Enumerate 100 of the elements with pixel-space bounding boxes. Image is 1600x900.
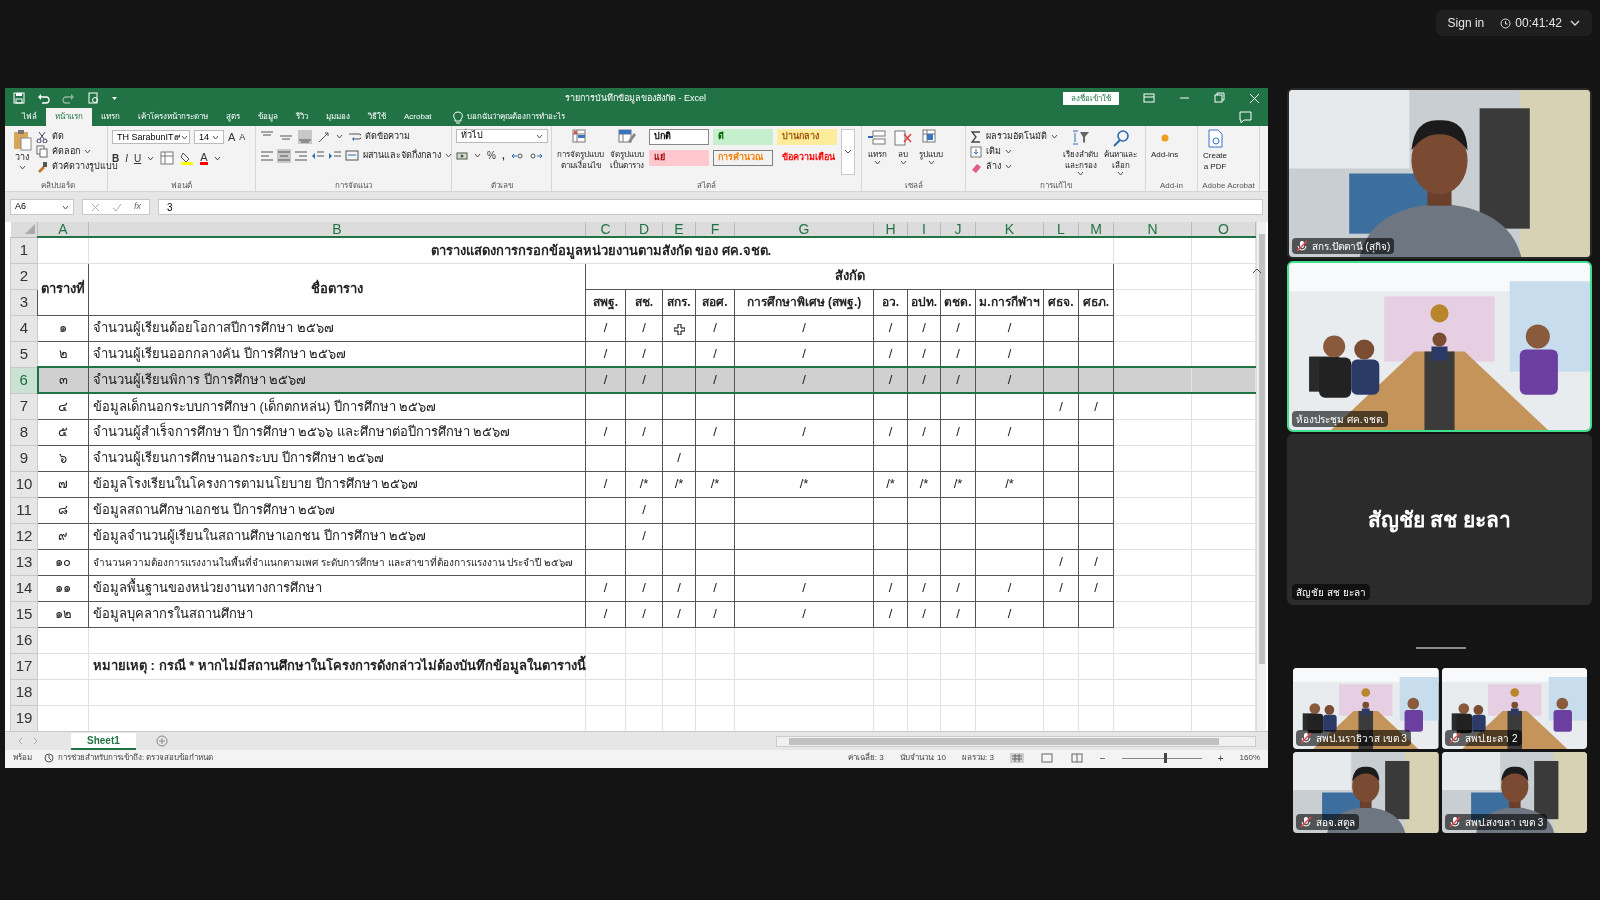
table-cell: /	[625, 315, 663, 341]
table-cell: จำนวนความต้องการแรงงานในพื้นที่จำแนกตามเพศ ระดับการศึกษา และสาขาที่ต้องการแรงงาน ประจำปี ๒๕๖๗	[88, 549, 586, 575]
table-cell: /	[907, 601, 941, 627]
table-cell: ๑๑	[37, 575, 89, 601]
table-cell: /	[695, 601, 735, 627]
table-header: การศึกษาพิเศษ (สพฐ.)	[734, 289, 874, 315]
count-text: นับจำนวน: 10	[899, 752, 946, 764]
table-cell: /	[585, 315, 626, 341]
table-cell: /	[873, 419, 908, 445]
sheet-title: ตารางแสดงการกรอกข้อมูลหน่วยงานตามสังกัด ของ ศค.จชต.	[430, 242, 772, 258]
table-cell: /	[662, 575, 696, 601]
window-title: รายการบันทึกข้อมูลของสังกัด - Excel	[565, 92, 706, 106]
table-cell: ๕	[37, 419, 89, 445]
table-cell: /	[873, 601, 908, 627]
table-cell: /	[695, 575, 735, 601]
table-cell: /	[1043, 393, 1079, 419]
table-cell: ๓	[37, 367, 89, 393]
table-cell: /*	[734, 471, 874, 497]
participant-name: สกร.ปัตตานี (สุกิจ)	[1312, 239, 1391, 254]
participant-name: สัญชัย สช ยะลา	[1296, 585, 1366, 600]
table-header: สังกัด	[585, 263, 1114, 289]
table-cell: /	[734, 367, 874, 393]
table-cell: /	[873, 575, 908, 601]
participant-display-name: สัญชัย สช ยะลา	[1367, 506, 1512, 535]
table-cell: ๙	[37, 523, 89, 549]
table-cell: /	[625, 419, 663, 445]
table-cell: /	[975, 315, 1044, 341]
table-cell: /*	[662, 471, 696, 497]
table-cell: /	[734, 575, 874, 601]
table-cell: /	[695, 419, 735, 445]
table-cell: /	[1078, 575, 1114, 601]
average-text: ค่าเฉลี่ย: 3	[847, 752, 884, 764]
group-label: สไตล์	[696, 180, 717, 191]
table-cell: /	[625, 601, 663, 627]
participant-name: สพป.ยะลา 2	[1464, 731, 1518, 746]
table-cell: /*	[907, 471, 941, 497]
table-header: ศธจ.	[1043, 289, 1079, 315]
table-cell: ๑	[37, 315, 89, 341]
table-cell: /	[625, 523, 663, 549]
table-cell: ข้อมูลเด็กนอกระบบการศึกษา (เด็กตกหล่น) ปีการศึกษา ๒๕๖๗	[88, 393, 586, 419]
table-cell: /	[873, 315, 908, 341]
table-cell: /	[734, 315, 874, 341]
table-cell: /	[585, 367, 626, 393]
table-cell: /	[1043, 575, 1079, 601]
table-cell: ข้อมูลโรงเรียนในโครงการตามนโยบาย ปีการศึกษา ๒๕๖๗	[88, 471, 586, 497]
table-cell: /*	[695, 471, 735, 497]
sum-text: ผลรวม: 3	[961, 752, 994, 764]
table-cell: จำนวนผู้เรียนการศึกษานอกระบบ ปีการศึกษา ๒๕๖๗	[88, 445, 586, 471]
table-cell: /	[662, 445, 696, 471]
table-cell: /*	[873, 471, 908, 497]
table-cell: ๑๐	[37, 549, 89, 575]
table-cell: /	[662, 601, 696, 627]
table-cell: ๔	[37, 393, 89, 419]
status-text: พร้อม	[13, 752, 32, 764]
table-cell: ข้อมูลจำนวนผู้เรียนในสถานศึกษาเอกชน ปีการศึกษา ๒๕๖๗	[88, 523, 586, 549]
group-label: Add-in	[1158, 180, 1185, 191]
group-label: ฟอนต์	[170, 180, 193, 191]
table-cell: /	[940, 575, 976, 601]
table-cell: /	[585, 601, 626, 627]
table-header: สพฐ.	[585, 289, 626, 315]
table-cell: /	[975, 419, 1044, 445]
participant-name: สพป.นราธิวาส เขต 3	[1316, 731, 1407, 746]
table-cell: ๖	[37, 445, 89, 471]
table-cell: /	[907, 419, 941, 445]
table-header: ตชด.	[940, 289, 976, 315]
participant-name: สอจ.สตูล	[1316, 815, 1355, 830]
table-cell: /	[625, 367, 663, 393]
table-cell: /	[940, 601, 976, 627]
table-cell: ข้อมูลพื้นฐานของหน่วยงานทางการศึกษา	[88, 575, 586, 601]
group-label: ตัวเลข	[489, 180, 514, 191]
group-label: เซลล์	[903, 180, 924, 191]
table-cell: /	[940, 367, 976, 393]
table-header: สกร.	[662, 289, 696, 315]
participant-name: สพป.สงขลา เขต 3	[1464, 815, 1544, 830]
table-cell: ๑๒	[37, 601, 89, 627]
table-cell: จำนวนผู้เรียนพิการ ปีการศึกษา ๒๕๖๗	[88, 367, 586, 393]
table-cell: /	[1078, 393, 1114, 419]
group-label: การแก้ไข	[1038, 180, 1073, 191]
table-cell: /	[940, 419, 976, 445]
table-cell: /	[585, 471, 626, 497]
table-cell: ๗	[37, 471, 89, 497]
table-cell: /	[907, 575, 941, 601]
table-cell: /	[625, 497, 663, 523]
participant-name: ห้องประชุม ศค.จชต.	[1296, 412, 1385, 427]
table-cell: /	[734, 419, 874, 445]
table-cell: /	[1043, 549, 1079, 575]
table-cell: /	[734, 601, 874, 627]
table-cell: /*	[625, 471, 663, 497]
table-cell: /	[695, 367, 735, 393]
table-cell: ข้อมูลบุคลากรในสถานศึกษา	[88, 601, 586, 627]
group-label: การจัดแนว	[334, 180, 373, 191]
table-cell: /	[975, 601, 1044, 627]
table-cell: /	[585, 575, 626, 601]
table-cell: /	[585, 419, 626, 445]
table-cell: /	[907, 367, 941, 393]
table-header: อปท.	[907, 289, 941, 315]
table-cell: /	[1078, 549, 1114, 575]
table-cell: จำนวนผู้เรียนด้อยโอกาสปีการศึกษา ๒๕๖๗	[88, 315, 586, 341]
meeting-timer: 00:41:42	[1515, 15, 1562, 32]
group-label: คลิปบอร์ด	[39, 180, 76, 191]
